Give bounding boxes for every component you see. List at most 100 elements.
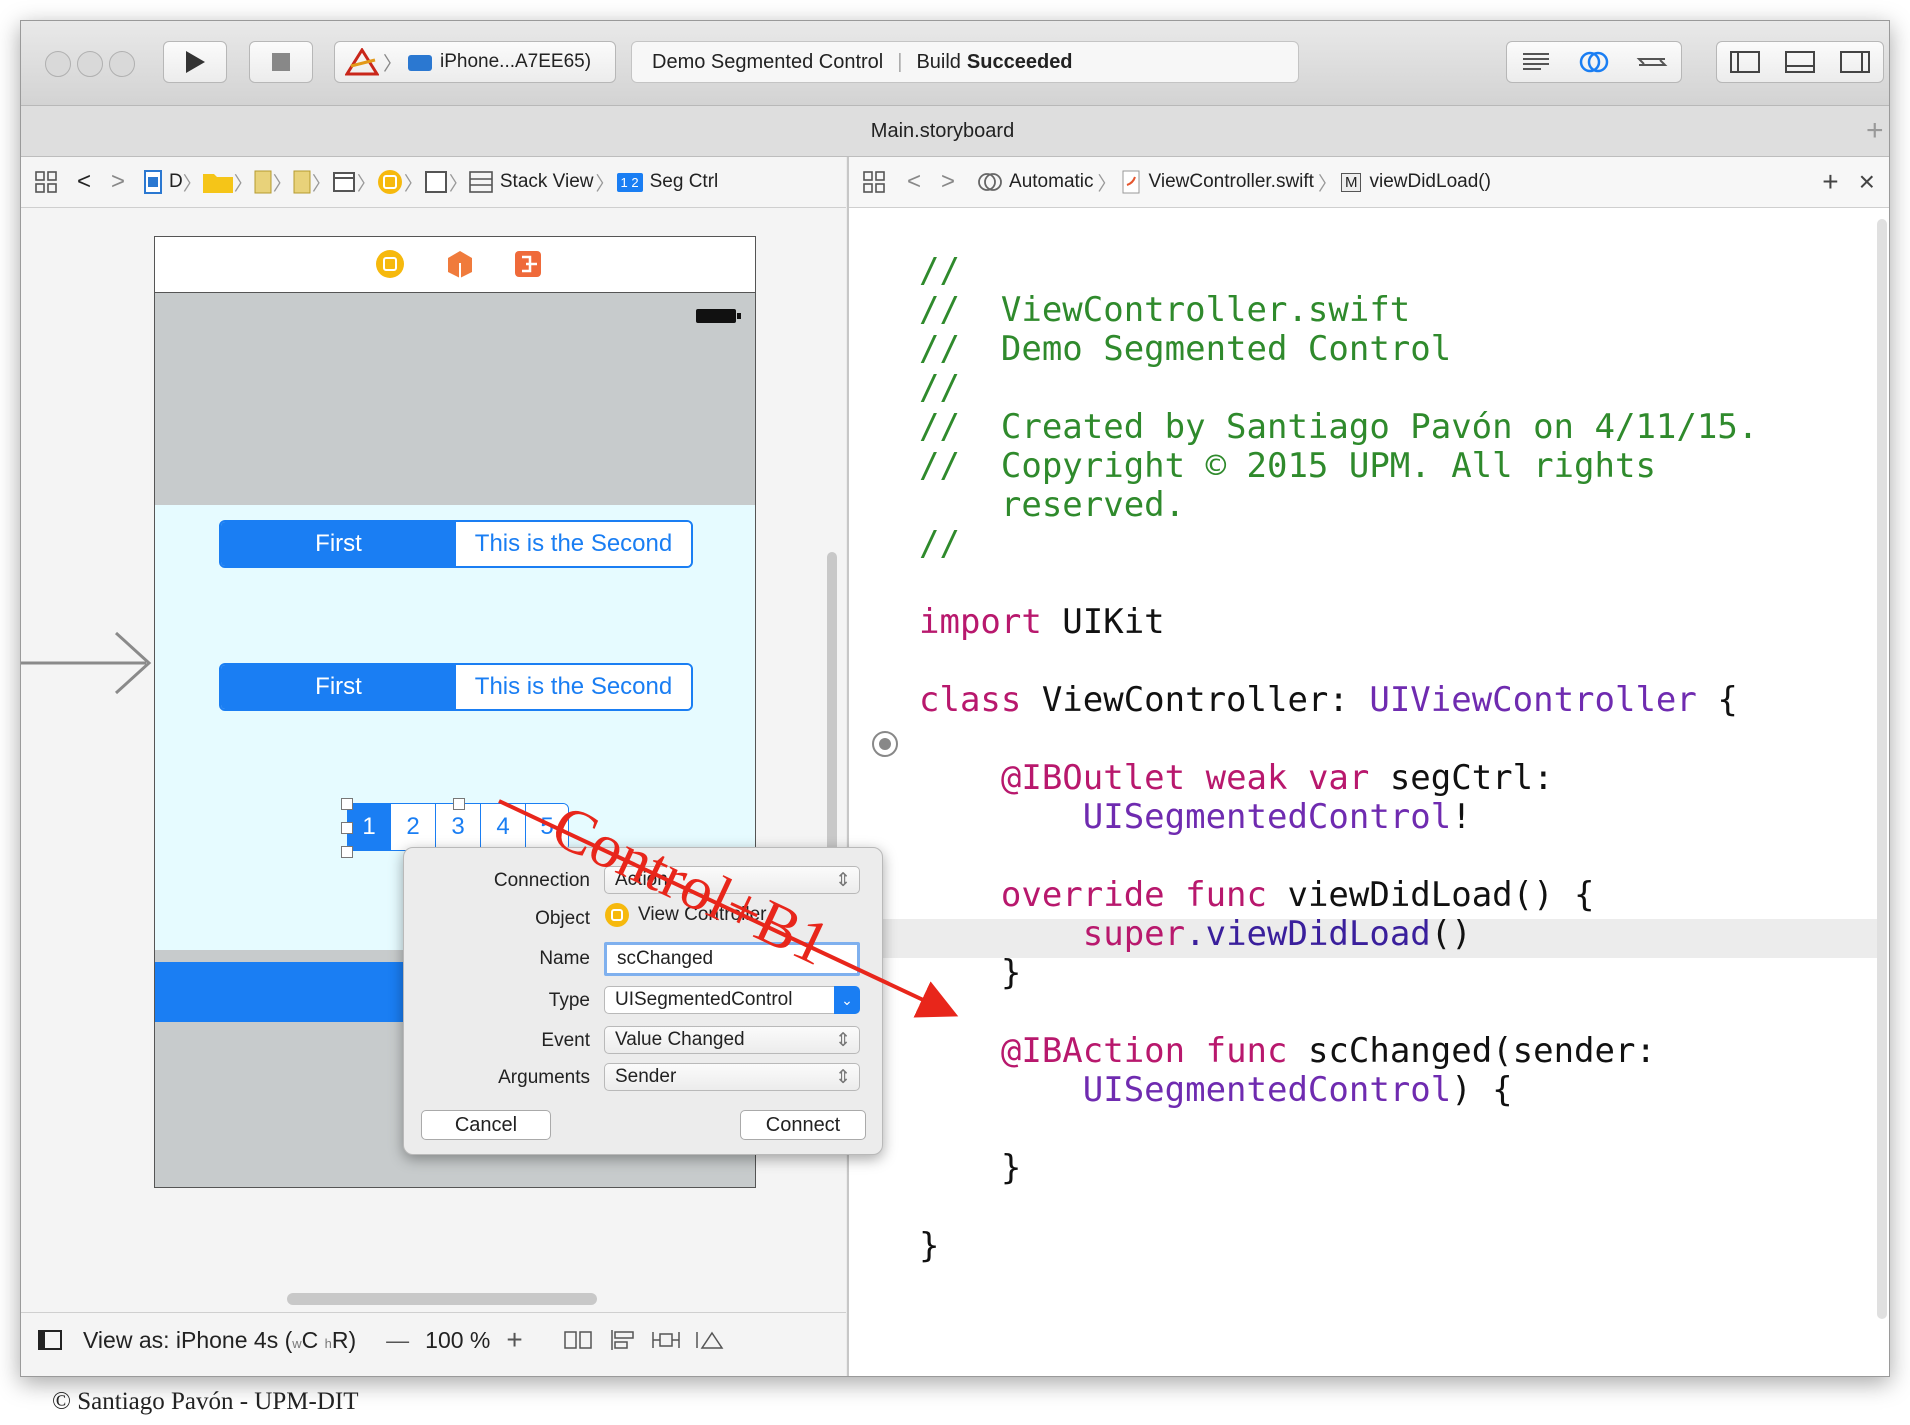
- first-responder-icon[interactable]: [445, 249, 475, 279]
- close-window-button[interactable]: [45, 51, 71, 77]
- debug-area-toggle-icon[interactable]: [1784, 49, 1816, 75]
- exit-icon[interactable]: [513, 249, 543, 279]
- editor-vertical-scrollbar[interactable]: [1877, 219, 1887, 1319]
- code-line: class ViewController: UIViewController {: [919, 680, 1738, 720]
- project-file-icon[interactable]: [143, 169, 163, 195]
- new-tab-button[interactable]: +: [1866, 106, 1888, 156]
- segment-first[interactable]: First: [221, 665, 456, 709]
- pin-icon[interactable]: [651, 1328, 681, 1352]
- standard-editor-icon[interactable]: [1519, 49, 1553, 75]
- source-code[interactable]: //// ViewController.swift// Demo Segment…: [919, 213, 1758, 1344]
- close-editor-button[interactable]: ×: [1859, 166, 1875, 198]
- back-icon[interactable]: <: [77, 168, 91, 196]
- editor-mode-control[interactable]: [1506, 41, 1682, 83]
- stack-icon[interactable]: [563, 1328, 593, 1352]
- size-class-w: w: [292, 1335, 302, 1351]
- run-button[interactable]: [163, 41, 227, 83]
- zoom-level[interactable]: 100 %: [425, 1327, 490, 1354]
- cancel-button[interactable]: Cancel: [421, 1110, 551, 1140]
- zoom-out-button[interactable]: —: [386, 1327, 409, 1354]
- view-controller-icon[interactable]: [376, 168, 404, 196]
- scheme-selector[interactable]: 〉 iPhone...A7EE65): [334, 41, 616, 83]
- event-label: Event: [541, 1030, 590, 1051]
- jump-stack-view-label[interactable]: Stack View: [500, 171, 594, 193]
- connect-button[interactable]: Connect: [740, 1110, 866, 1140]
- code-line: // Copyright © 2015 UPM. All rights: [919, 446, 1656, 486]
- view-as-button[interactable]: View as: iPhone 4s (wC hR): [83, 1327, 356, 1354]
- view-icon[interactable]: [423, 169, 449, 195]
- document-outline-toggle-icon[interactable]: [37, 1329, 63, 1351]
- jump-project-label[interactable]: D: [169, 171, 183, 193]
- forward-icon[interactable]: >: [941, 168, 955, 196]
- resolve-issues-icon[interactable]: [695, 1328, 725, 1352]
- arguments-value: Sender: [615, 1066, 677, 1087]
- device-icon: [408, 55, 433, 71]
- segment-first[interactable]: First: [221, 522, 456, 566]
- add-editor-button[interactable]: +: [1822, 166, 1838, 198]
- segment-1[interactable]: 1: [348, 804, 390, 850]
- chevron-down-icon[interactable]: ⌄: [834, 986, 860, 1014]
- event-select[interactable]: Value Changed ⇕: [604, 1026, 860, 1054]
- code-line: override func viewDidLoad() {: [1000, 875, 1595, 915]
- scheme-device-label: iPhone...A7EE65): [440, 51, 592, 72]
- method-icon[interactable]: M: [1340, 172, 1362, 192]
- resize-handle[interactable]: [341, 822, 353, 834]
- code-line: reserved.: [919, 485, 1186, 525]
- size-class-h: h: [324, 1335, 332, 1351]
- related-items-icon[interactable]: [861, 169, 887, 195]
- tab-title: Main.storyboard: [870, 119, 1015, 142]
- plus-icon: +: [1866, 114, 1884, 147]
- resize-handle[interactable]: [341, 846, 353, 858]
- minimize-window-button[interactable]: [77, 51, 103, 77]
- storyboard-base-icon[interactable]: [292, 169, 312, 195]
- automatic-icon[interactable]: [977, 169, 1003, 195]
- code-line: //: [919, 524, 960, 564]
- name-value: scChanged: [617, 948, 714, 969]
- jump-method[interactable]: viewDidLoad(): [1369, 171, 1490, 193]
- resize-handle[interactable]: [453, 798, 465, 810]
- swift-file-icon[interactable]: [1121, 169, 1141, 195]
- jump-seg-ctrl-label[interactable]: Seg Ctrl: [650, 171, 719, 193]
- segment-2[interactable]: 2: [390, 804, 435, 850]
- align-icon[interactable]: [609, 1328, 637, 1352]
- jump-file[interactable]: ViewController.swift: [1149, 171, 1314, 193]
- scene-icon[interactable]: [331, 169, 357, 195]
- back-icon[interactable]: <: [907, 168, 921, 196]
- segmented-control-numbers[interactable]: 1 2 3 4 5: [347, 803, 569, 851]
- stop-button[interactable]: [249, 41, 313, 83]
- panel-toggle-control[interactable]: [1716, 41, 1884, 83]
- canvas-horizontal-scrollbar[interactable]: [287, 1293, 597, 1305]
- navigator-toggle-icon[interactable]: [1729, 49, 1761, 75]
- arguments-select[interactable]: Sender ⇕: [604, 1063, 860, 1091]
- segmented-control-1[interactable]: First This is the Second: [219, 520, 693, 568]
- stop-icon: [272, 53, 290, 71]
- outlet-connection-icon[interactable]: [871, 730, 899, 758]
- related-items-icon[interactable]: [33, 169, 59, 195]
- zoom-in-button[interactable]: +: [506, 1324, 522, 1356]
- folder-icon[interactable]: [202, 170, 234, 194]
- chevron-up-down-icon: ⇕: [835, 869, 851, 891]
- stack-view-icon[interactable]: [468, 169, 494, 195]
- segmented-control-2[interactable]: First This is the Second: [219, 663, 693, 711]
- tab-main-storyboard[interactable]: Main.storyboard: [21, 106, 1864, 156]
- type-combobox[interactable]: UISegmentedControl ⌄: [604, 986, 860, 1014]
- segment-3[interactable]: 3: [435, 804, 480, 850]
- jump-automatic[interactable]: Automatic: [1009, 171, 1093, 193]
- code-line: // ViewController.swift: [919, 290, 1411, 330]
- size-class-r: R): [331, 1326, 357, 1353]
- forward-icon[interactable]: >: [111, 168, 125, 196]
- activity-project: Demo Segmented Control: [652, 50, 884, 73]
- utilities-toggle-icon[interactable]: [1839, 49, 1871, 75]
- code-line: //: [919, 368, 960, 408]
- view-controller-icon[interactable]: [375, 249, 405, 279]
- assistant-editor-icon[interactable]: [1577, 49, 1611, 75]
- resize-handle[interactable]: [341, 798, 353, 810]
- segmented-control-icon[interactable]: 1 2: [616, 172, 643, 192]
- segment-second[interactable]: This is the Second: [456, 665, 691, 709]
- segment-second[interactable]: This is the Second: [456, 522, 691, 566]
- copyright-footer: © Santiago Pavón - UPM-DIT: [52, 1388, 359, 1415]
- zoom-window-button[interactable]: [109, 51, 135, 77]
- storyboard-file-icon[interactable]: [253, 169, 273, 195]
- version-editor-icon[interactable]: [1635, 49, 1669, 75]
